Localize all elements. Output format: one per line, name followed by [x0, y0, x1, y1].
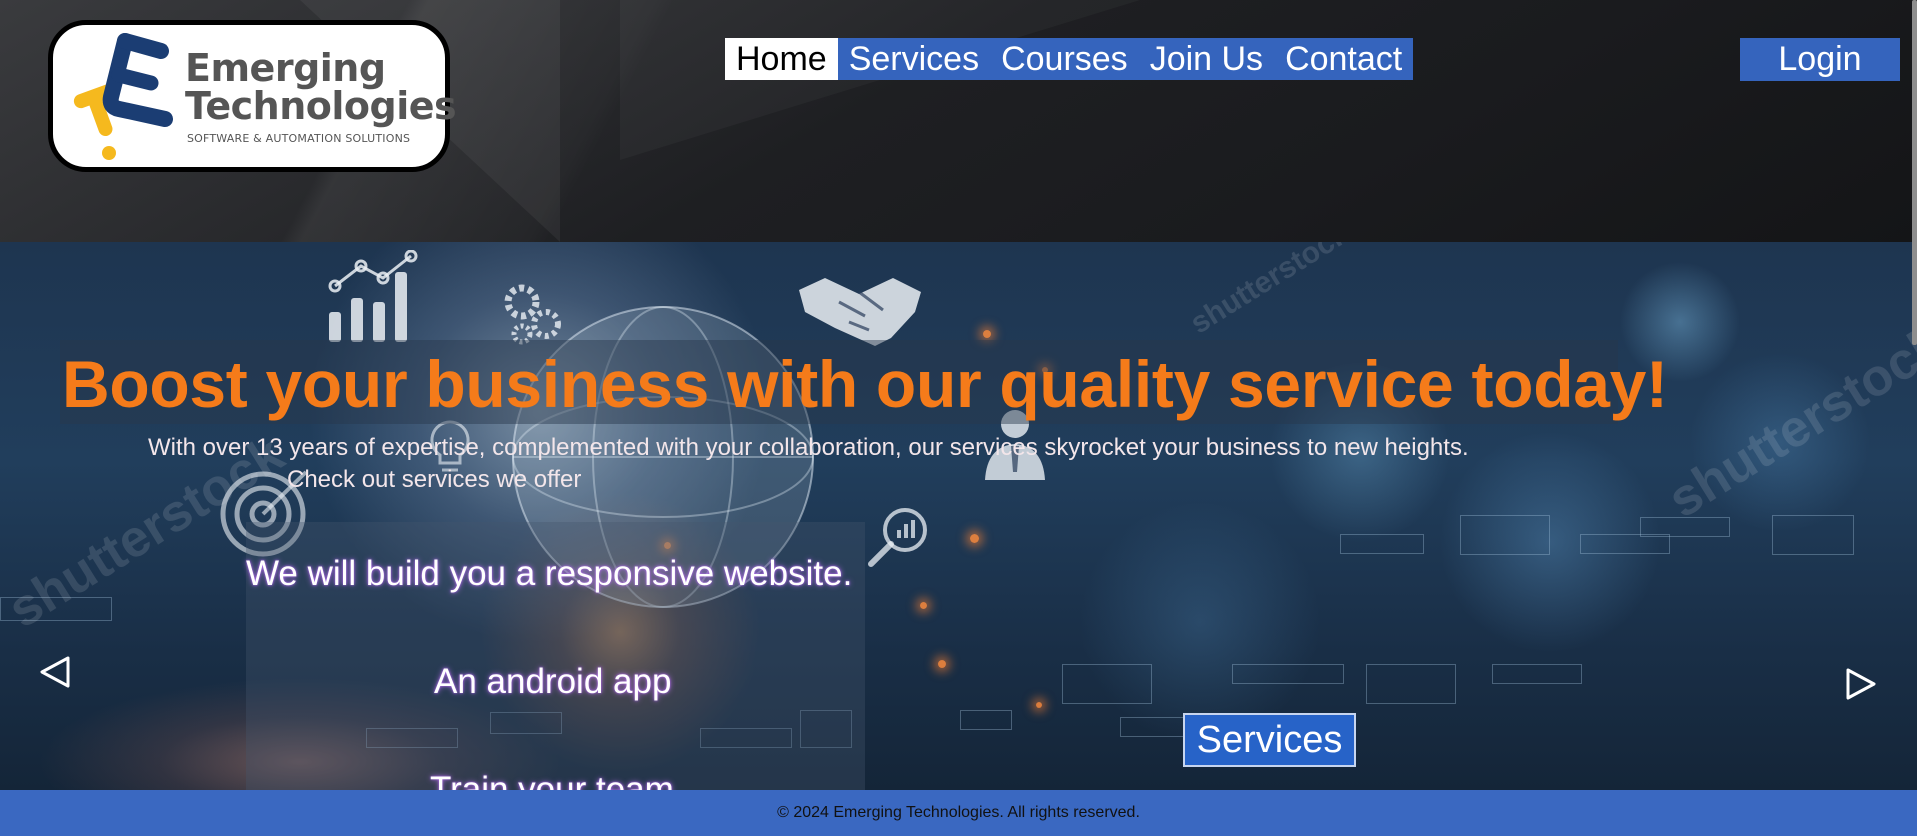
bg-decor	[920, 602, 927, 609]
offer-item: We will build you a responsive website.	[246, 554, 853, 593]
bg-decor	[970, 534, 979, 543]
site-logo[interactable]: Emerging Technologies SOFTWARE & AUTOMAT…	[48, 20, 457, 172]
offer-item: Train your team	[430, 770, 674, 790]
copyright-text: © 2024 Emerging Technologies. All rights…	[777, 804, 1140, 821]
watermark: shutterstock	[1658, 314, 1917, 530]
magnifier-icon	[868, 508, 927, 567]
bg-decor	[1366, 664, 1456, 704]
bar-chart-icon	[328, 250, 418, 342]
nav-item-contact[interactable]: Contact	[1274, 38, 1413, 80]
gears-icon	[504, 284, 561, 345]
nav-item-courses[interactable]: Courses	[990, 38, 1139, 80]
site-footer: © 2024 Emerging Technologies. All rights…	[0, 790, 1917, 836]
services-button[interactable]: Services	[1183, 713, 1356, 767]
bg-decor	[1340, 534, 1424, 554]
offer-item: An android app	[434, 662, 672, 701]
logo-mark-icon	[73, 33, 173, 160]
bg-decor	[983, 330, 991, 338]
hero-carousel: shutterstock shutterstock shutterstock B…	[0, 242, 1917, 790]
bg-decor	[1036, 702, 1042, 708]
bg-decor	[1232, 664, 1344, 684]
bg-decor	[938, 660, 946, 668]
nav-item-home[interactable]: Home	[725, 38, 838, 80]
bg-decor	[1772, 515, 1854, 555]
bg-decor	[1062, 664, 1152, 704]
main-nav: Home Services Courses Join Us Contact	[725, 38, 1414, 80]
page-scrollbar[interactable]	[1912, 0, 1917, 345]
logo-tagline: SOFTWARE & AUTOMATION SOLUTIONS	[187, 132, 411, 145]
bg-decor	[1492, 664, 1582, 684]
carousel-prev-icon[interactable]	[36, 652, 76, 692]
hero-headline: Boost your business with our quality ser…	[62, 347, 1668, 421]
header-decor	[620, 0, 1140, 160]
logo-text: Technologies	[185, 84, 457, 128]
carousel-next-icon[interactable]	[1840, 664, 1880, 704]
nav-item-services[interactable]: Services	[838, 38, 990, 80]
bg-decor	[1580, 534, 1670, 554]
login-button[interactable]: Login	[1740, 38, 1900, 81]
hero-subtitle: With over 13 years of expertise, complem…	[148, 434, 1469, 461]
site-header: Emerging Technologies SOFTWARE & AUTOMAT…	[0, 0, 1917, 242]
bg-decor	[1460, 515, 1550, 555]
watermark: shutterstock	[1184, 242, 1355, 341]
hero-subtitle-2: Check out services we offer	[287, 466, 582, 493]
logo-text: Emerging	[185, 46, 386, 90]
nav-item-join-us[interactable]: Join Us	[1139, 38, 1274, 80]
bg-decor	[960, 710, 1012, 730]
